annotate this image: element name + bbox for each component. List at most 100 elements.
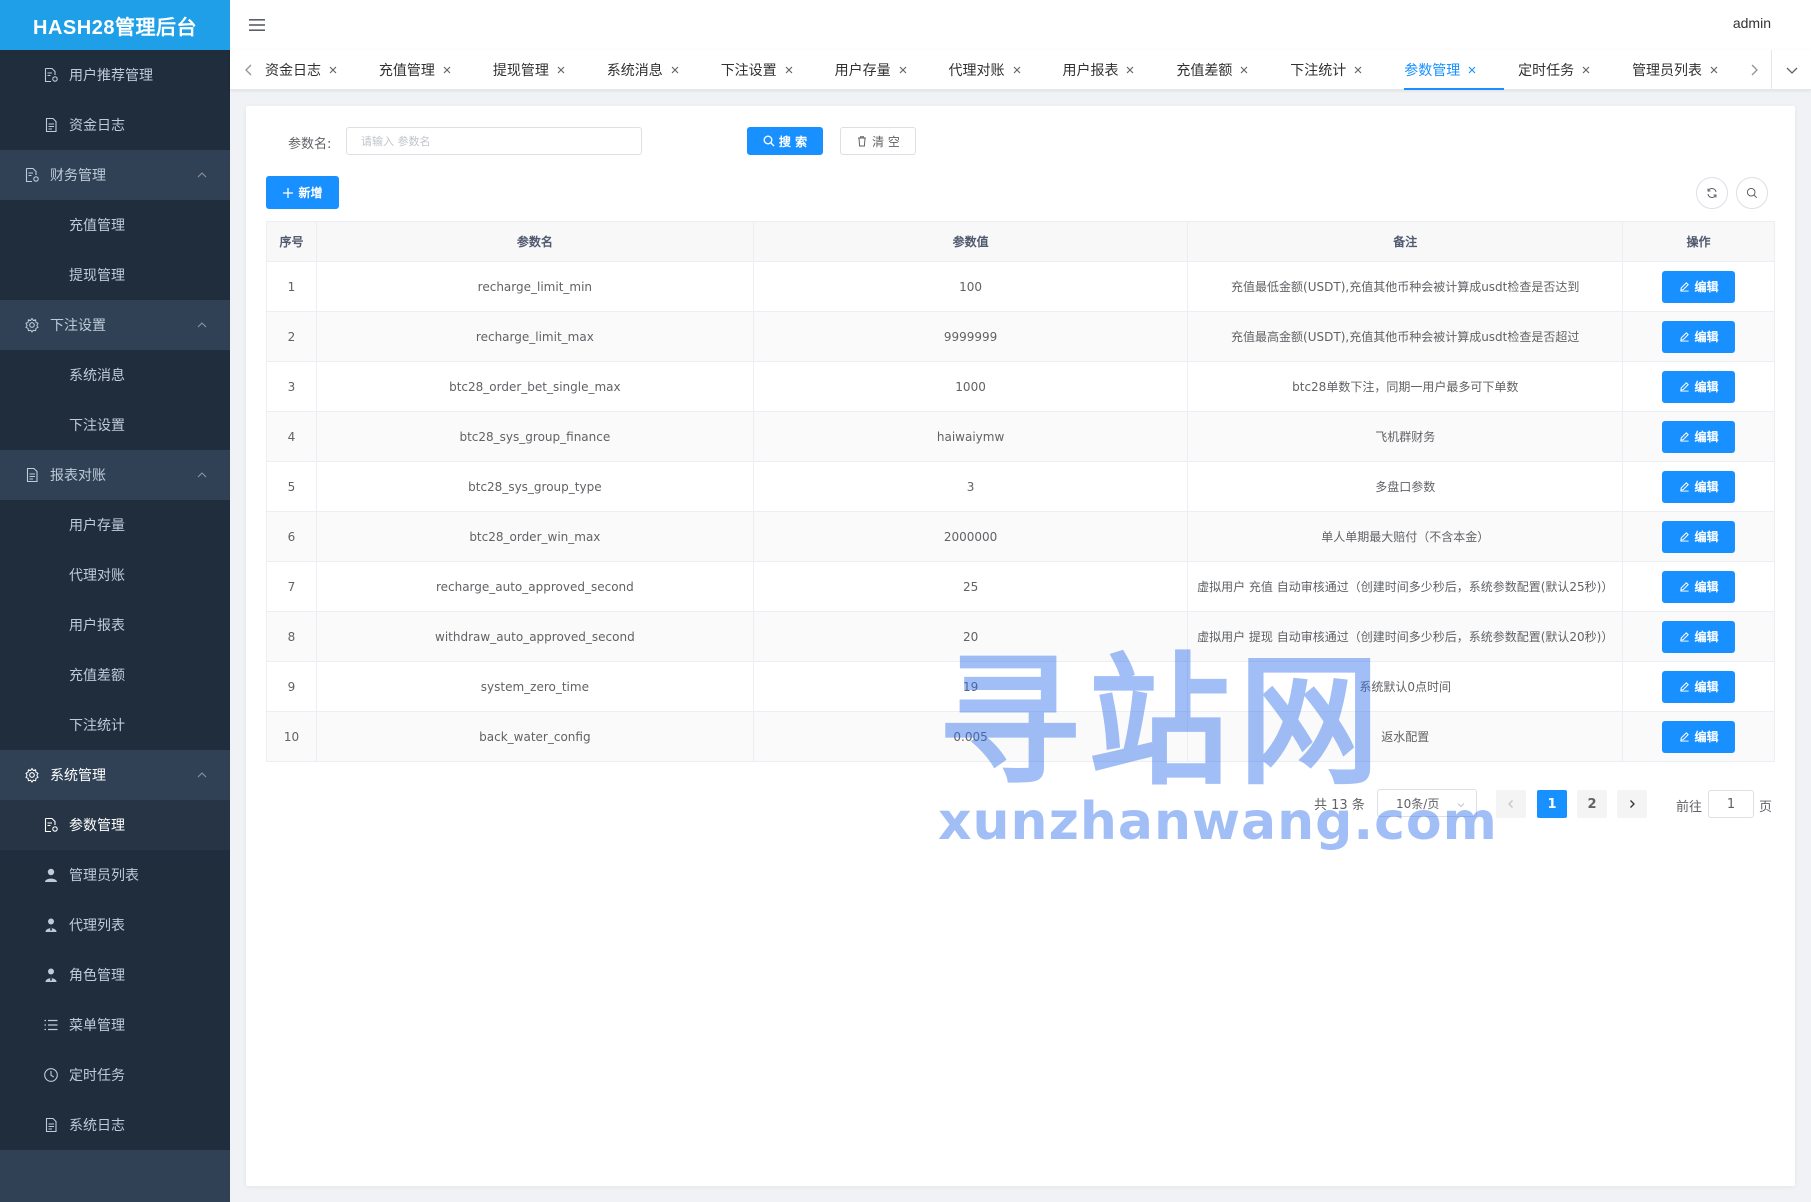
close-icon[interactable] xyxy=(1124,64,1136,76)
close-icon[interactable] xyxy=(1011,64,1023,76)
tab-9[interactable]: 下注统计 xyxy=(1290,50,1404,90)
edit-button[interactable]: 编辑 xyxy=(1662,670,1736,703)
close-icon[interactable] xyxy=(441,64,453,76)
edit-icon xyxy=(1679,482,1689,492)
cell-action: 编辑 xyxy=(1622,311,1775,362)
sidebar-item-15[interactable]: 参数管理 xyxy=(0,800,230,850)
tab-5[interactable]: 用户存量 xyxy=(835,50,949,90)
sidebar-group-8[interactable]: 报表对账 xyxy=(0,450,230,500)
page-2-button[interactable]: 2 xyxy=(1577,790,1607,818)
edit-button[interactable]: 编辑 xyxy=(1662,470,1736,503)
tab-3[interactable]: 系统消息 xyxy=(607,50,721,90)
cell-remark: 虚拟用户 充值 自动审核通过（创建时间多少秒后，系统参数配置(默认25秒)） xyxy=(1187,561,1624,612)
header-param-value: 参数值 xyxy=(752,221,1189,262)
header-action: 操作 xyxy=(1622,221,1775,262)
sidebar-item-1[interactable]: 资金日志 xyxy=(0,100,230,150)
goto-page-input[interactable] xyxy=(1708,790,1754,818)
close-icon[interactable] xyxy=(1708,64,1720,76)
tab-8[interactable]: 充值差额 xyxy=(1176,50,1290,90)
table-row: 8 withdraw_auto_approved_second 20 虚拟用户 提现 … xyxy=(266,611,1775,662)
edit-button[interactable]: 编辑 xyxy=(1662,370,1736,403)
close-icon[interactable] xyxy=(1238,64,1250,76)
sidebar-group-5[interactable]: 下注设置 xyxy=(0,300,230,350)
edit-button-label: 编辑 xyxy=(1694,730,1719,744)
sidebar-item-11[interactable]: 用户报表 xyxy=(0,600,230,650)
add-button[interactable]: 新增 xyxy=(266,176,339,209)
hamburger-icon[interactable] xyxy=(248,16,266,34)
close-icon[interactable] xyxy=(783,64,795,76)
cell-remark: 多盘口参数 xyxy=(1187,461,1624,512)
sidebar-item-7[interactable]: 下注设置 xyxy=(0,400,230,450)
tab-0[interactable]: 资金日志 xyxy=(265,50,379,90)
sidebar-item-12[interactable]: 充值差额 xyxy=(0,650,230,700)
search-button[interactable]: 搜 索 xyxy=(747,127,823,155)
close-icon[interactable] xyxy=(327,64,339,76)
tab-label: 下注统计 xyxy=(1290,63,1347,79)
edit-button[interactable]: 编辑 xyxy=(1662,520,1736,553)
sidebar: HASH28管理后台 用户推荐管理 资金日志 财务管理 充值管理 提现管理 下注设置 系统消… xyxy=(0,0,230,1202)
close-icon[interactable] xyxy=(1352,64,1364,76)
sidebar-item-3[interactable]: 充值管理 xyxy=(0,200,230,250)
edit-button[interactable]: 编辑 xyxy=(1662,620,1736,653)
chevron-up-icon xyxy=(196,469,208,481)
tab-2[interactable]: 提现管理 xyxy=(493,50,607,90)
sidebar-item-17[interactable]: 代理列表 xyxy=(0,900,230,950)
sidebar-item-18[interactable]: 角色管理 xyxy=(0,950,230,1000)
edit-button[interactable]: 编辑 xyxy=(1662,720,1736,753)
edit-button[interactable]: 编辑 xyxy=(1662,420,1736,453)
tags-dropdown[interactable] xyxy=(1771,50,1811,90)
close-icon[interactable] xyxy=(1580,64,1592,76)
cell-name: withdraw_auto_approved_second xyxy=(315,611,754,662)
sidebar-item-9[interactable]: 用户存量 xyxy=(0,500,230,550)
close-icon[interactable] xyxy=(555,64,567,76)
sidebar-group-2[interactable]: 财务管理 xyxy=(0,150,230,200)
page-1-button[interactable]: 1 xyxy=(1537,790,1567,818)
prev-page-button[interactable] xyxy=(1496,790,1526,818)
sidebar-item-0[interactable]: 用户推荐管理 xyxy=(0,50,230,100)
tab-11[interactable]: 定时任务 xyxy=(1518,50,1632,90)
tab-12[interactable]: 管理员列表 xyxy=(1632,50,1751,90)
refresh-button[interactable] xyxy=(1696,177,1728,209)
tab-10[interactable]: 参数管理 xyxy=(1404,50,1518,90)
sidebar-item-label: 报表对账 xyxy=(50,468,106,484)
tab-1[interactable]: 充值管理 xyxy=(379,50,493,90)
tab-6[interactable]: 代理对账 xyxy=(949,50,1063,90)
sidebar-item-10[interactable]: 代理对账 xyxy=(0,550,230,600)
cell-value: 3 xyxy=(752,461,1189,512)
list-icon xyxy=(43,1017,59,1033)
username[interactable]: admin xyxy=(1733,15,1771,31)
sidebar-item-16[interactable]: 管理员列表 xyxy=(0,850,230,900)
sidebar-item-label: 代理对账 xyxy=(69,568,125,584)
cell-idx: 6 xyxy=(266,511,317,562)
sidebar-item-6[interactable]: 系统消息 xyxy=(0,350,230,400)
header-param-name: 参数名 xyxy=(315,221,754,262)
content-card: 参数名: 搜 索 清 空 新增 序号 参数名 参数值 备注 操作 1rechar… xyxy=(246,106,1795,1186)
chevron-right-icon[interactable] xyxy=(1747,62,1761,76)
close-icon[interactable] xyxy=(669,64,681,76)
sidebar-item-13[interactable]: 下注统计 xyxy=(0,700,230,750)
chevron-left-icon[interactable] xyxy=(242,62,256,76)
user-icon xyxy=(43,867,59,883)
document-icon xyxy=(43,1117,59,1133)
cell-idx: 9 xyxy=(266,661,317,712)
edit-button[interactable]: 编辑 xyxy=(1662,270,1736,303)
sidebar-item-20[interactable]: 定时任务 xyxy=(0,1050,230,1100)
sidebar-item-21[interactable]: 系统日志 xyxy=(0,1100,230,1150)
sidebar-item-19[interactable]: 菜单管理 xyxy=(0,1000,230,1050)
top-header: admin xyxy=(230,0,1811,50)
tab-7[interactable]: 用户报表 xyxy=(1062,50,1176,90)
sidebar-item-4[interactable]: 提现管理 xyxy=(0,250,230,300)
sidebar-group-14[interactable]: 系统管理 xyxy=(0,750,230,800)
page-size-select[interactable]: 10条/页 xyxy=(1377,789,1477,817)
param-name-label: 参数名: xyxy=(288,137,332,152)
clear-button[interactable]: 清 空 xyxy=(840,127,916,155)
close-icon[interactable] xyxy=(1466,64,1478,76)
edit-button[interactable]: 编辑 xyxy=(1662,570,1736,603)
edit-button[interactable]: 编辑 xyxy=(1662,320,1736,353)
toggle-search-button[interactable] xyxy=(1736,177,1768,209)
next-page-button[interactable] xyxy=(1617,790,1647,818)
table-row: 4 btc28_sys_group_finance haiwaiymw 飞机群财务 编辑 xyxy=(266,411,1775,462)
param-name-input[interactable] xyxy=(346,127,642,155)
tab-4[interactable]: 下注设置 xyxy=(721,50,835,90)
close-icon[interactable] xyxy=(897,64,909,76)
